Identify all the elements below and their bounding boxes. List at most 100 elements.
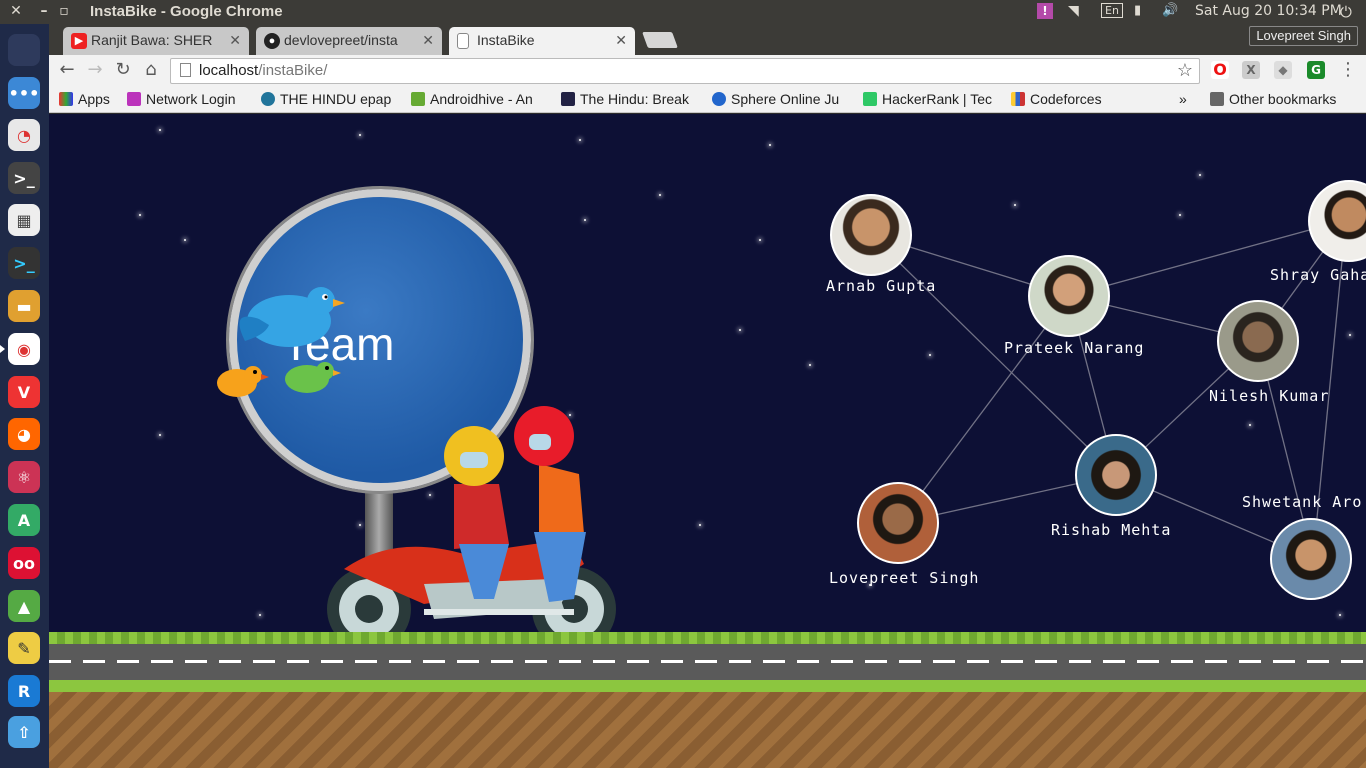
opera-extension-icon[interactable]: O	[1211, 61, 1229, 79]
wordpress-icon	[261, 92, 275, 106]
more-bookmarks-icon[interactable]: »	[1179, 91, 1187, 107]
page-info-icon[interactable]	[180, 63, 191, 77]
alert-indicator-icon[interactable]: !	[1037, 3, 1053, 19]
terminal-icon[interactable]: >_	[8, 162, 40, 194]
maximize-window-icon[interactable]: ▫	[56, 3, 72, 19]
messaging-app-icon[interactable]: •••	[8, 77, 40, 109]
member-name: Prateek Narang	[1004, 339, 1145, 357]
member-name: Shwetank Aro	[1242, 493, 1363, 511]
power-icon[interactable]: ⏻	[1340, 3, 1352, 21]
thehindu-icon	[561, 92, 575, 106]
umbrella-icon	[127, 92, 141, 106]
forward-icon[interactable]: →	[84, 59, 106, 81]
close-tab-icon[interactable]: ✕	[422, 32, 434, 49]
bookmark-network-login[interactable]: Network Login	[127, 91, 249, 107]
software-center-icon[interactable]: ▦	[8, 204, 40, 236]
new-tab-button[interactable]	[642, 32, 678, 48]
tab-label: InstaBike	[477, 32, 535, 48]
close-tab-icon[interactable]: ✕	[615, 32, 627, 49]
url-path: /instaBike/	[258, 62, 328, 79]
member-avatar-arnab[interactable]	[830, 194, 912, 276]
close-tab-icon[interactable]: ✕	[229, 32, 241, 49]
system-top-bar: ✕ – ▫ InstaBike - Google Chrome ! ◥ En ▮…	[0, 0, 1366, 24]
atom-icon[interactable]: ⚛	[8, 461, 40, 493]
window-title: InstaBike - Google Chrome	[90, 3, 283, 20]
chrome-icon[interactable]: ◉	[0, 333, 40, 365]
vivaldi-icon[interactable]: V	[8, 376, 40, 408]
member-name: Rishab Mehta	[1051, 521, 1172, 539]
member-name: Arnab Gupta	[826, 277, 937, 295]
android-app-icon[interactable]: ▲	[8, 590, 40, 622]
updater-icon[interactable]: ⇧	[8, 716, 40, 748]
member-avatar-shwetank[interactable]	[1270, 518, 1352, 600]
road-lane-marking	[49, 660, 1366, 663]
bookmark-spoj[interactable]: Sphere Online Ju	[712, 91, 849, 107]
tab-instabike[interactable]: InstaBike ✕	[449, 27, 635, 55]
keyboard-layout[interactable]: En	[1101, 3, 1123, 18]
flickr-icon[interactable]: oo	[8, 547, 40, 579]
terminal-alt-icon[interactable]: >_	[8, 247, 40, 279]
close-extension-icon[interactable]: X	[1242, 61, 1260, 79]
extension-icon[interactable]: ◆	[1274, 61, 1292, 79]
dirt-ground	[49, 692, 1366, 768]
spoj-icon	[712, 92, 726, 106]
launcher: ••• ◔ >_ ▦ >_ ▬ ◉ V ◕ ⚛ A oo ▲ ✎ R ⇧	[0, 24, 49, 768]
codeforces-icon	[1011, 92, 1025, 106]
youtube-icon: ▶	[71, 33, 87, 49]
github-icon: ●	[264, 33, 280, 49]
tab-github[interactable]: ● devlovepreet/insta ✕	[256, 27, 442, 55]
remmina-icon[interactable]: R	[8, 675, 40, 707]
member-avatar-rishab[interactable]	[1075, 434, 1157, 516]
bookmark-apps[interactable]: Apps	[59, 91, 110, 107]
tab-label: devlovepreet/insta	[284, 32, 398, 48]
disk-usage-icon[interactable]: ◔	[8, 119, 40, 151]
minimize-window-icon[interactable]: –	[36, 3, 52, 19]
birds-illustration	[217, 287, 345, 397]
battery-icon[interactable]: ▮	[1134, 3, 1141, 18]
page-content: Arnab Gupta Prateek Narang Shray Gaha Ni…	[49, 114, 1366, 768]
member-avatar-nilesh[interactable]	[1217, 300, 1299, 382]
home-icon[interactable]: ⌂	[140, 59, 162, 81]
datetime[interactable]: Sat Aug 20 10:34 PM	[1195, 3, 1342, 19]
blue-bird-icon	[239, 287, 345, 347]
bookmark-star-icon[interactable]: ☆	[1177, 60, 1193, 81]
bookmark-the-hindu-epaper[interactable]: THE HINDU epap	[261, 91, 397, 107]
member-avatar-prateek[interactable]	[1028, 255, 1110, 337]
link-prateek-shray	[1068, 219, 1347, 297]
bookmark-hackerrank[interactable]: HackerRank | Tec	[863, 91, 1001, 107]
apps-icon	[59, 92, 73, 106]
reload-icon[interactable]: ↻	[112, 59, 134, 81]
files-icon[interactable]: ▬	[8, 290, 40, 322]
bookmark-the-hindu-breaking[interactable]: The Hindu: Break	[561, 91, 699, 107]
bookmark-codeforces[interactable]: Codeforces	[1011, 91, 1102, 107]
address-bar[interactable]: localhost/instaBike/ ☆	[170, 58, 1200, 84]
folder-icon	[1210, 92, 1224, 106]
member-name: Nilesh Kumar	[1209, 387, 1330, 405]
browser-toolbar: ← → ↻ ⌂ localhost/instaBike/ ☆ O X ◆ G ⋮	[49, 55, 1366, 87]
wifi-icon[interactable]: ◥	[1068, 3, 1079, 19]
motorbike-riders-illustration	[327, 406, 616, 651]
grass-strip	[49, 680, 1366, 692]
link-prateek-lovepreet	[898, 295, 1070, 524]
member-avatar-lovepreet[interactable]	[857, 482, 939, 564]
androidhive-icon	[411, 92, 425, 106]
tab-label: Ranjit Bawa: SHER	[91, 32, 213, 48]
orange-bird-icon	[217, 366, 269, 397]
firefox-icon[interactable]: ◕	[8, 418, 40, 450]
grammarly-extension-icon[interactable]: G	[1307, 61, 1325, 79]
bookmark-androidhive[interactable]: Androidhive - An	[411, 91, 549, 107]
back-icon[interactable]: ←	[56, 59, 78, 81]
tab-youtube[interactable]: ▶ Ranjit Bawa: SHER ✕	[63, 27, 249, 55]
other-bookmarks[interactable]: Other bookmarks	[1210, 91, 1336, 107]
grass-strip	[49, 632, 1366, 644]
profile-button[interactable]: Lovepreet Singh	[1249, 26, 1358, 46]
dash-icon[interactable]	[8, 34, 40, 66]
hackerrank-icon	[863, 92, 877, 106]
android-studio-icon[interactable]: A	[8, 504, 40, 536]
bookmarks-bar: Apps Network Login THE HINDU epap Androi…	[49, 87, 1366, 113]
notes-icon[interactable]: ✎	[8, 632, 40, 664]
page-icon	[457, 33, 469, 49]
volume-icon[interactable]: 🔊	[1162, 3, 1178, 18]
close-window-icon[interactable]: ✕	[8, 3, 24, 19]
chrome-menu-icon[interactable]: ⋮	[1337, 59, 1359, 81]
